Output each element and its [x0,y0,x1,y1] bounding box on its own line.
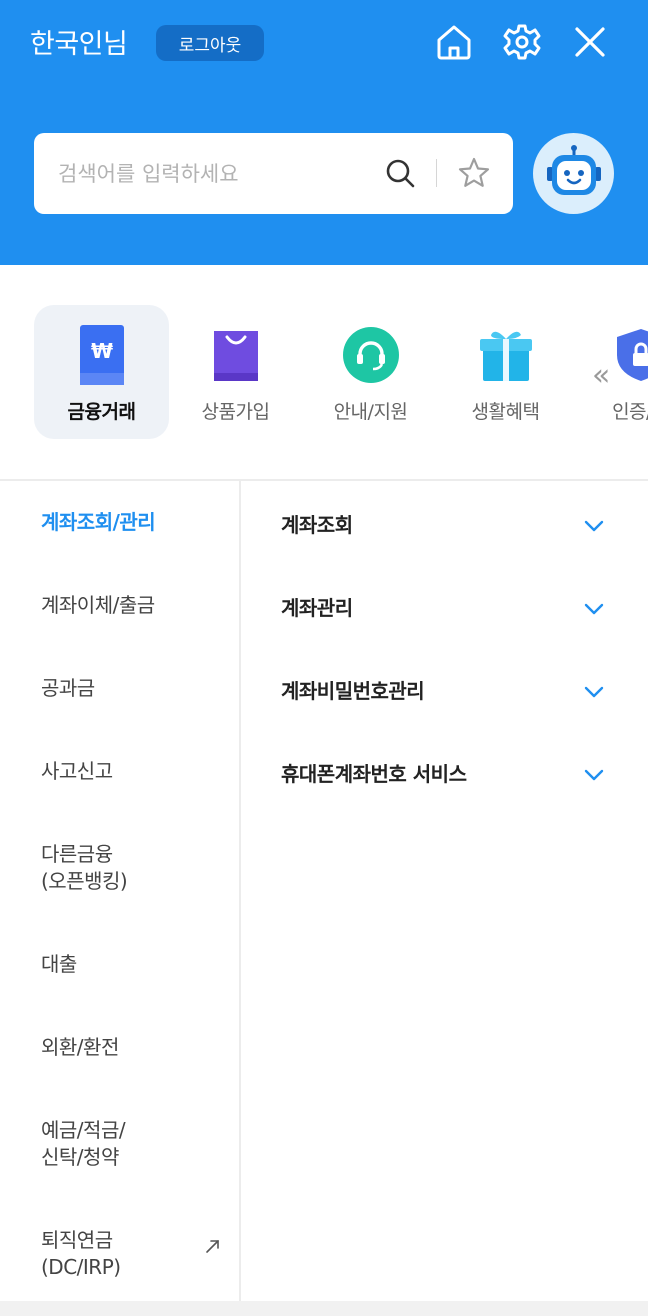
chevron-down-icon [584,686,604,698]
menu-item-foreign-exchange[interactable]: 외환/환전 [41,1034,119,1061]
category-auth[interactable]: 인증/보 [573,305,648,439]
logout-button[interactable]: 로그아웃 [156,25,264,61]
category-label: 상품가입 [201,401,270,423]
submenu-item-phone-account-service[interactable]: 휴대폰계좌번호 서비스 [281,758,621,798]
search-input[interactable] [58,133,388,214]
submenu-label: 계좌관리 [281,596,353,620]
scroll-left-chevron-icon[interactable]: « [592,358,610,393]
category-label: 생활혜택 [471,401,540,423]
gift-icon [476,325,536,385]
search-icon[interactable] [382,155,418,191]
category-row: ₩ 금융거래 상품가입 안내/지원 생활혜택 인증 « [0,265,648,480]
top-header: 한국인님 로그아웃 [0,0,648,265]
user-name: 한국인님 [30,29,128,60]
menu-item-loan[interactable]: 대출 [41,951,77,978]
close-icon[interactable] [570,22,610,62]
menu-item-incident-report[interactable]: 사고신고 [41,758,113,785]
submenu-label: 계좌비밀번호관리 [281,679,425,703]
search-divider [436,159,437,187]
category-product[interactable]: 상품가입 [168,305,303,439]
home-icon[interactable] [434,22,474,62]
gear-icon[interactable] [502,22,542,62]
bottom-strip [0,1301,648,1316]
search-box [34,133,513,214]
shopping-bag-icon [206,325,266,385]
category-benefit[interactable]: 생활혜택 [438,305,573,439]
shield-lock-icon [611,325,648,385]
won-card-icon: ₩ [72,325,132,385]
star-icon[interactable] [454,153,494,193]
category-label: 금융거래 [67,401,136,423]
headset-icon [341,325,401,385]
chevron-down-icon [584,520,604,532]
menu-item-pension[interactable]: 퇴직연금 (DC/IRP) [41,1227,121,1281]
chatbot-robot-icon[interactable] [533,133,614,214]
chevron-down-icon [584,769,604,781]
menu-item-account-inquiry[interactable]: 계좌조회/관리 [41,509,156,536]
menu-item-transfer[interactable]: 계좌이체/출금 [41,592,155,619]
category-label: 안내/지원 [333,401,408,423]
chevron-down-icon [584,603,604,615]
menu-item-utility-bill[interactable]: 공과금 [41,675,95,702]
menu-item-deposit-savings[interactable]: 예금/적금/ 신탁/청약 [41,1117,126,1171]
submenu-label: 계좌조회 [281,513,353,537]
category-label: 인증/보 [612,401,648,423]
submenu-item-account-manage[interactable]: 계좌관리 [281,592,621,632]
submenu-item-account-inquiry[interactable]: 계좌조회 [281,509,621,549]
svg-text:₩: ₩ [91,339,113,363]
submenu-label: 휴대폰계좌번호 서비스 [281,762,467,786]
external-link-icon [203,1236,223,1256]
submenu-item-password-manage[interactable]: 계좌비밀번호관리 [281,675,621,715]
category-finance[interactable]: ₩ 금융거래 [34,305,169,439]
category-support[interactable]: 안내/지원 [303,305,438,439]
menu-divider [239,481,241,1301]
menu-item-open-banking[interactable]: 다른금융 (오픈뱅킹) [41,841,128,895]
